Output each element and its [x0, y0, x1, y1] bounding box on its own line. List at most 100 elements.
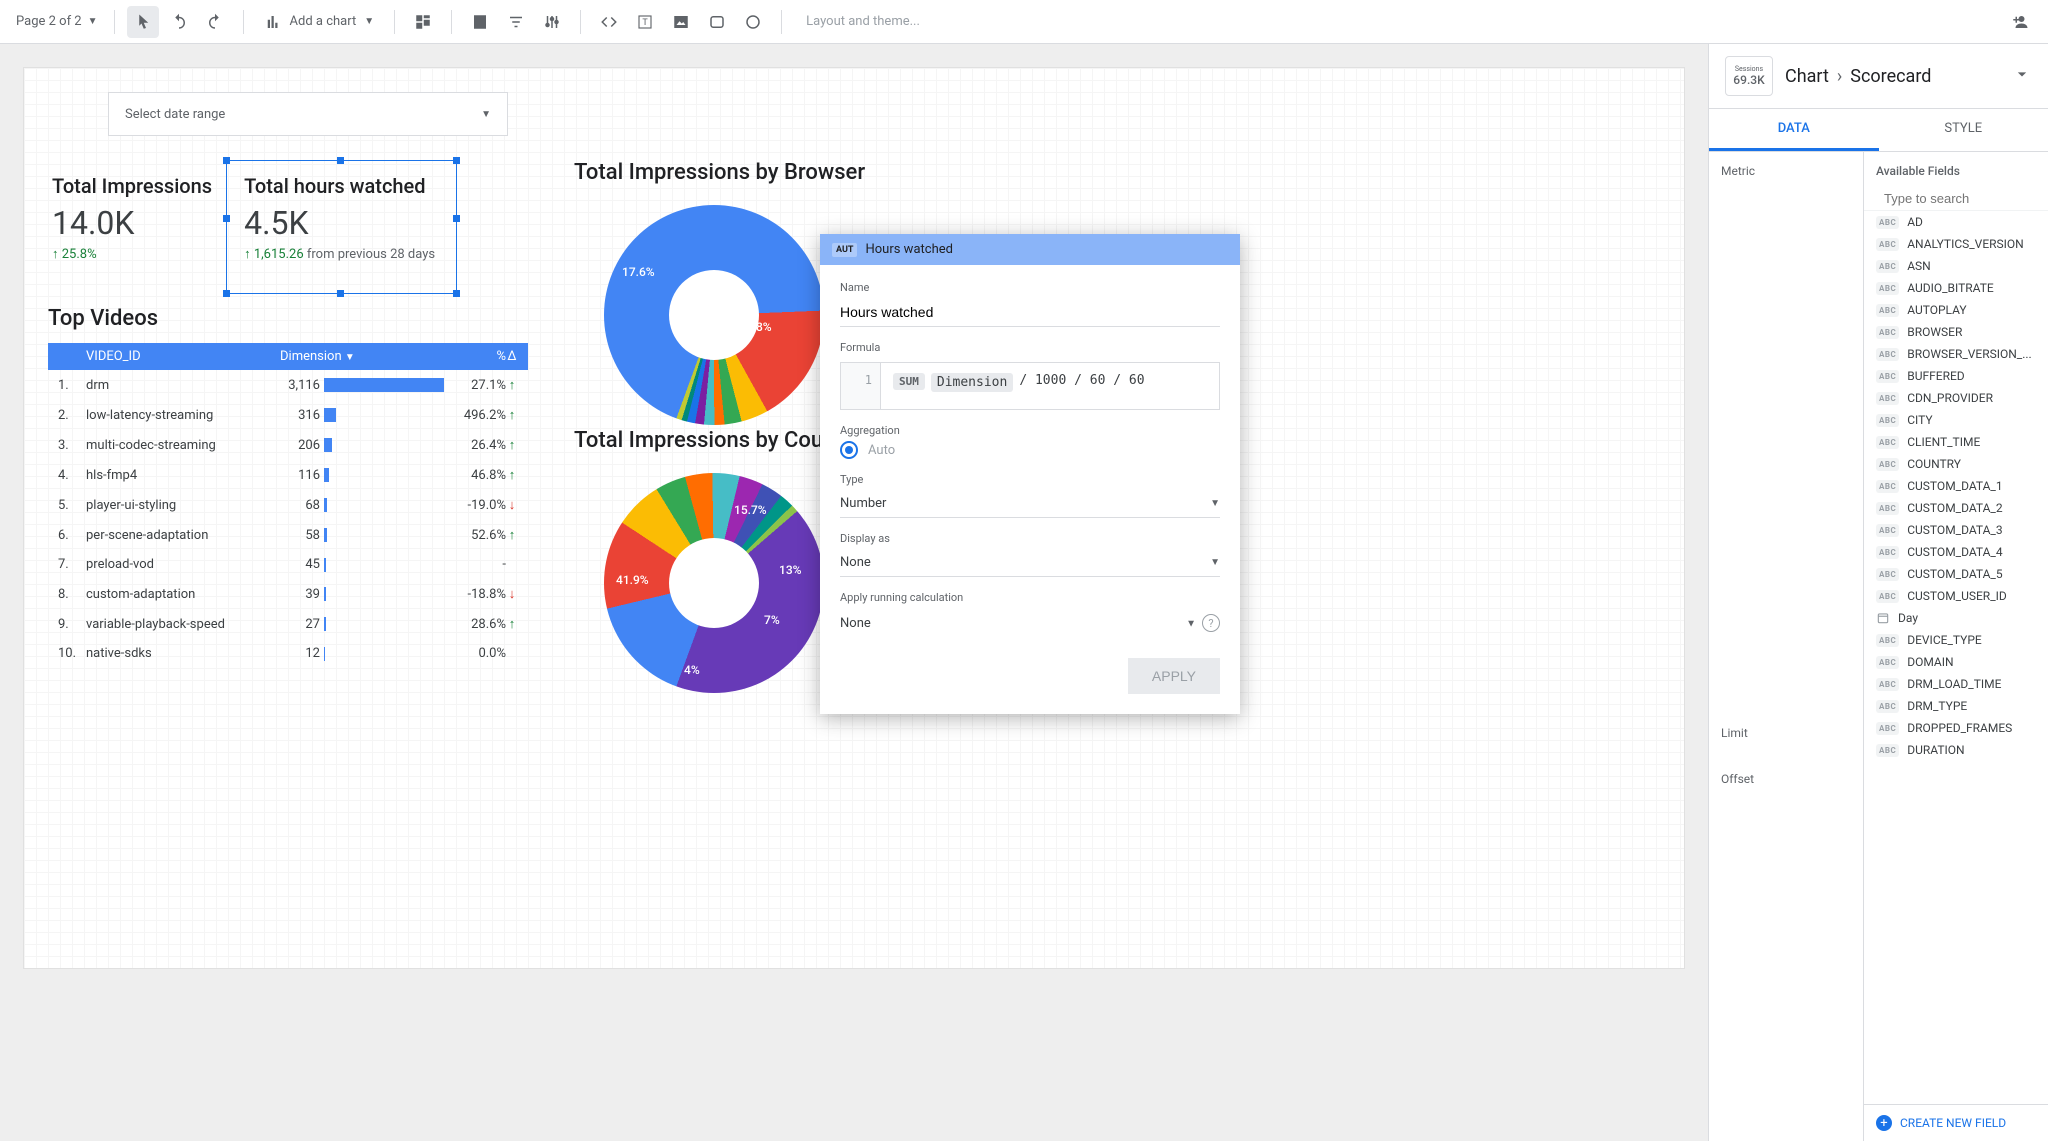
date-range-selector[interactable]: Select date range ▼ — [108, 92, 508, 136]
table-row[interactable]: 4.hls-fmp411646.8%↑ — [48, 460, 528, 490]
create-field-label: CREATE NEW FIELD — [1900, 1116, 2006, 1130]
field-item[interactable]: ABCCUSTOM_DATA_3 — [1864, 519, 2048, 541]
slice-label: 41.9% — [616, 573, 649, 587]
filter-control-button[interactable] — [500, 6, 532, 38]
field-item[interactable]: ABCCUSTOM_DATA_2 — [1864, 497, 2048, 519]
field-item[interactable]: ABCBROWSER — [1864, 321, 2048, 343]
field-item[interactable]: ABCAUDIO_BITRATE — [1864, 277, 2048, 299]
row-percent: 27.1% — [450, 378, 506, 393]
abc-badge: ABC — [1876, 700, 1899, 713]
date-range-control-button[interactable] — [464, 6, 496, 38]
scorecard-hours-watched[interactable]: Total hours watched 4.5K ↑ 1,615.26 from… — [240, 166, 439, 270]
table-row[interactable]: 10.native-sdks120.0% — [48, 639, 528, 668]
field-item[interactable]: ABCCDN_PROVIDER — [1864, 387, 2048, 409]
redo-button[interactable] — [199, 6, 231, 38]
field-item[interactable]: ABCDEVICE_TYPE — [1864, 629, 2048, 651]
field-item[interactable]: ABCCLIENT_TIME — [1864, 431, 2048, 453]
name-input[interactable] — [840, 298, 1220, 327]
canvas-area[interactable]: Select date range ▼ Total Impressions 14… — [0, 44, 1708, 1141]
field-item[interactable]: ABCDOMAIN — [1864, 651, 2048, 673]
undo-button[interactable] — [163, 6, 195, 38]
field-item[interactable]: ABCBROWSER_VERSION_... — [1864, 343, 2048, 365]
field-item[interactable]: ABCAUTOPLAY — [1864, 299, 2048, 321]
abc-badge: ABC — [1876, 282, 1899, 295]
field-item[interactable]: ABCCUSTOM_USER_ID — [1864, 585, 2048, 607]
field-item[interactable]: ABCDURATION — [1864, 739, 2048, 761]
row-dimension: 27 — [280, 617, 450, 632]
layout-theme-button[interactable]: Layout and theme... — [794, 14, 932, 29]
tab-style[interactable]: STYLE — [1879, 109, 2048, 151]
chart-type-thumb[interactable]: Sessions 69.3K — [1725, 56, 1773, 96]
data-control-button[interactable] — [536, 6, 568, 38]
table-row[interactable]: 1.drm3,11627.1%↑ — [48, 370, 528, 400]
donut-country[interactable]: 15.7% 13% 7% 4% 41.9% — [604, 473, 824, 693]
help-icon[interactable]: ? — [1202, 614, 1220, 632]
field-name: ANALYTICS_VERSION — [1907, 237, 2024, 251]
select-tool[interactable] — [127, 6, 159, 38]
abc-badge: ABC — [1876, 414, 1899, 427]
type-select[interactable]: Number ▼ — [840, 490, 1220, 518]
field-item[interactable]: ABCDRM_TYPE — [1864, 695, 2048, 717]
field-item[interactable]: ABCCUSTOM_DATA_1 — [1864, 475, 2048, 497]
top-videos-table[interactable]: VIDEO_ID Dimension ▼ % Δ 1.drm3,11627.1%… — [48, 343, 528, 668]
popup-title: Hours watched — [865, 242, 952, 257]
running-calc-select[interactable]: None ▼? — [840, 608, 1220, 638]
table-row[interactable]: 5.player-ui-styling68-19.0%↓ — [48, 490, 528, 520]
col-dimension[interactable]: Dimension ▼ — [280, 349, 450, 364]
undo-icon — [170, 13, 188, 31]
table-row[interactable]: 8.custom-adaptation39-18.8%↓ — [48, 579, 528, 609]
circle-button[interactable] — [737, 6, 769, 38]
add-chart-label: Add a chart — [290, 14, 357, 29]
page-indicator[interactable]: Page 2 of 2 ▼ — [12, 14, 102, 29]
community-viz-button[interactable] — [407, 6, 439, 38]
field-item[interactable]: ABCASN — [1864, 255, 2048, 277]
field-item[interactable]: ABCANALYTICS_VERSION — [1864, 233, 2048, 255]
col-delta[interactable]: Δ — [506, 349, 518, 364]
field-name: ASN — [1907, 259, 1931, 273]
type-value: Number — [840, 496, 886, 511]
donut-browser[interactable]: 68.8% 17.6% — [604, 205, 824, 425]
col-video-id[interactable]: VIDEO_ID — [86, 349, 280, 364]
slice-label: 4% — [684, 663, 700, 677]
row-video-id: player-ui-styling — [86, 498, 280, 513]
field-item[interactable]: ABCBUFFERED — [1864, 365, 2048, 387]
properties-panel: Sessions 69.3K Chart › Scorecard DATA ST… — [1708, 44, 2048, 1141]
field-item[interactable]: ABCCUSTOM_DATA_5 — [1864, 563, 2048, 585]
table-row[interactable]: 6.per-scene-adaptation5852.6%↑ — [48, 520, 528, 550]
field-item[interactable]: ABCCUSTOM_DATA_4 — [1864, 541, 2048, 563]
table-row[interactable]: 9.variable-playback-speed2728.6%↑ — [48, 609, 528, 639]
tab-data[interactable]: DATA — [1709, 109, 1879, 151]
table-row[interactable]: 2.low-latency-streaming316496.2%↑ — [48, 400, 528, 430]
display-select[interactable]: None ▼ — [840, 549, 1220, 577]
running-calc-label: Apply running calculation — [840, 591, 1220, 604]
expand-icon[interactable] — [2012, 64, 2032, 88]
table-row[interactable]: 3.multi-codec-streaming20626.4%↑ — [48, 430, 528, 460]
aggregation-auto-option[interactable]: Auto — [840, 441, 1220, 459]
field-item[interactable]: ABCDROPPED_FRAMES — [1864, 717, 2048, 739]
field-item[interactable]: ABCDRM_LOAD_TIME — [1864, 673, 2048, 695]
col-percent[interactable]: % — [450, 349, 506, 364]
rectangle-button[interactable] — [701, 6, 733, 38]
image-button[interactable] — [665, 6, 697, 38]
field-name: DEVICE_TYPE — [1907, 633, 1982, 647]
row-arrow: ↑ — [506, 467, 518, 483]
table-row[interactable]: 7.preload-vod45- — [48, 550, 528, 579]
url-embed-button[interactable] — [593, 6, 625, 38]
text-button[interactable]: T — [629, 6, 661, 38]
create-new-field-button[interactable]: + CREATE NEW FIELD — [1864, 1104, 2048, 1141]
add-chart-button[interactable]: Add a chart ▼ — [256, 13, 383, 31]
popup-header[interactable]: AUT Hours watched — [820, 234, 1240, 265]
breadcrumb-chart[interactable]: Chart — [1785, 66, 1829, 87]
apply-button[interactable]: APPLY — [1128, 658, 1220, 694]
field-item[interactable]: ABCAD — [1864, 211, 2048, 233]
add-people-button[interactable] — [2004, 6, 2036, 38]
field-search[interactable] — [1864, 186, 2048, 211]
table-header: VIDEO_ID Dimension ▼ % Δ — [48, 343, 528, 370]
field-item[interactable]: ABCCITY — [1864, 409, 2048, 431]
field-item[interactable]: ABCCOUNTRY — [1864, 453, 2048, 475]
row-video-id: per-scene-adaptation — [86, 528, 280, 543]
formula-editor[interactable]: 1 SUMDimension / 1000 / 60 / 60 — [840, 362, 1220, 410]
field-search-input[interactable] — [1884, 191, 2048, 206]
scorecard-impressions[interactable]: Total Impressions 14.0K ↑ 25.8% — [48, 166, 216, 270]
field-item[interactable]: Day — [1864, 607, 2048, 629]
